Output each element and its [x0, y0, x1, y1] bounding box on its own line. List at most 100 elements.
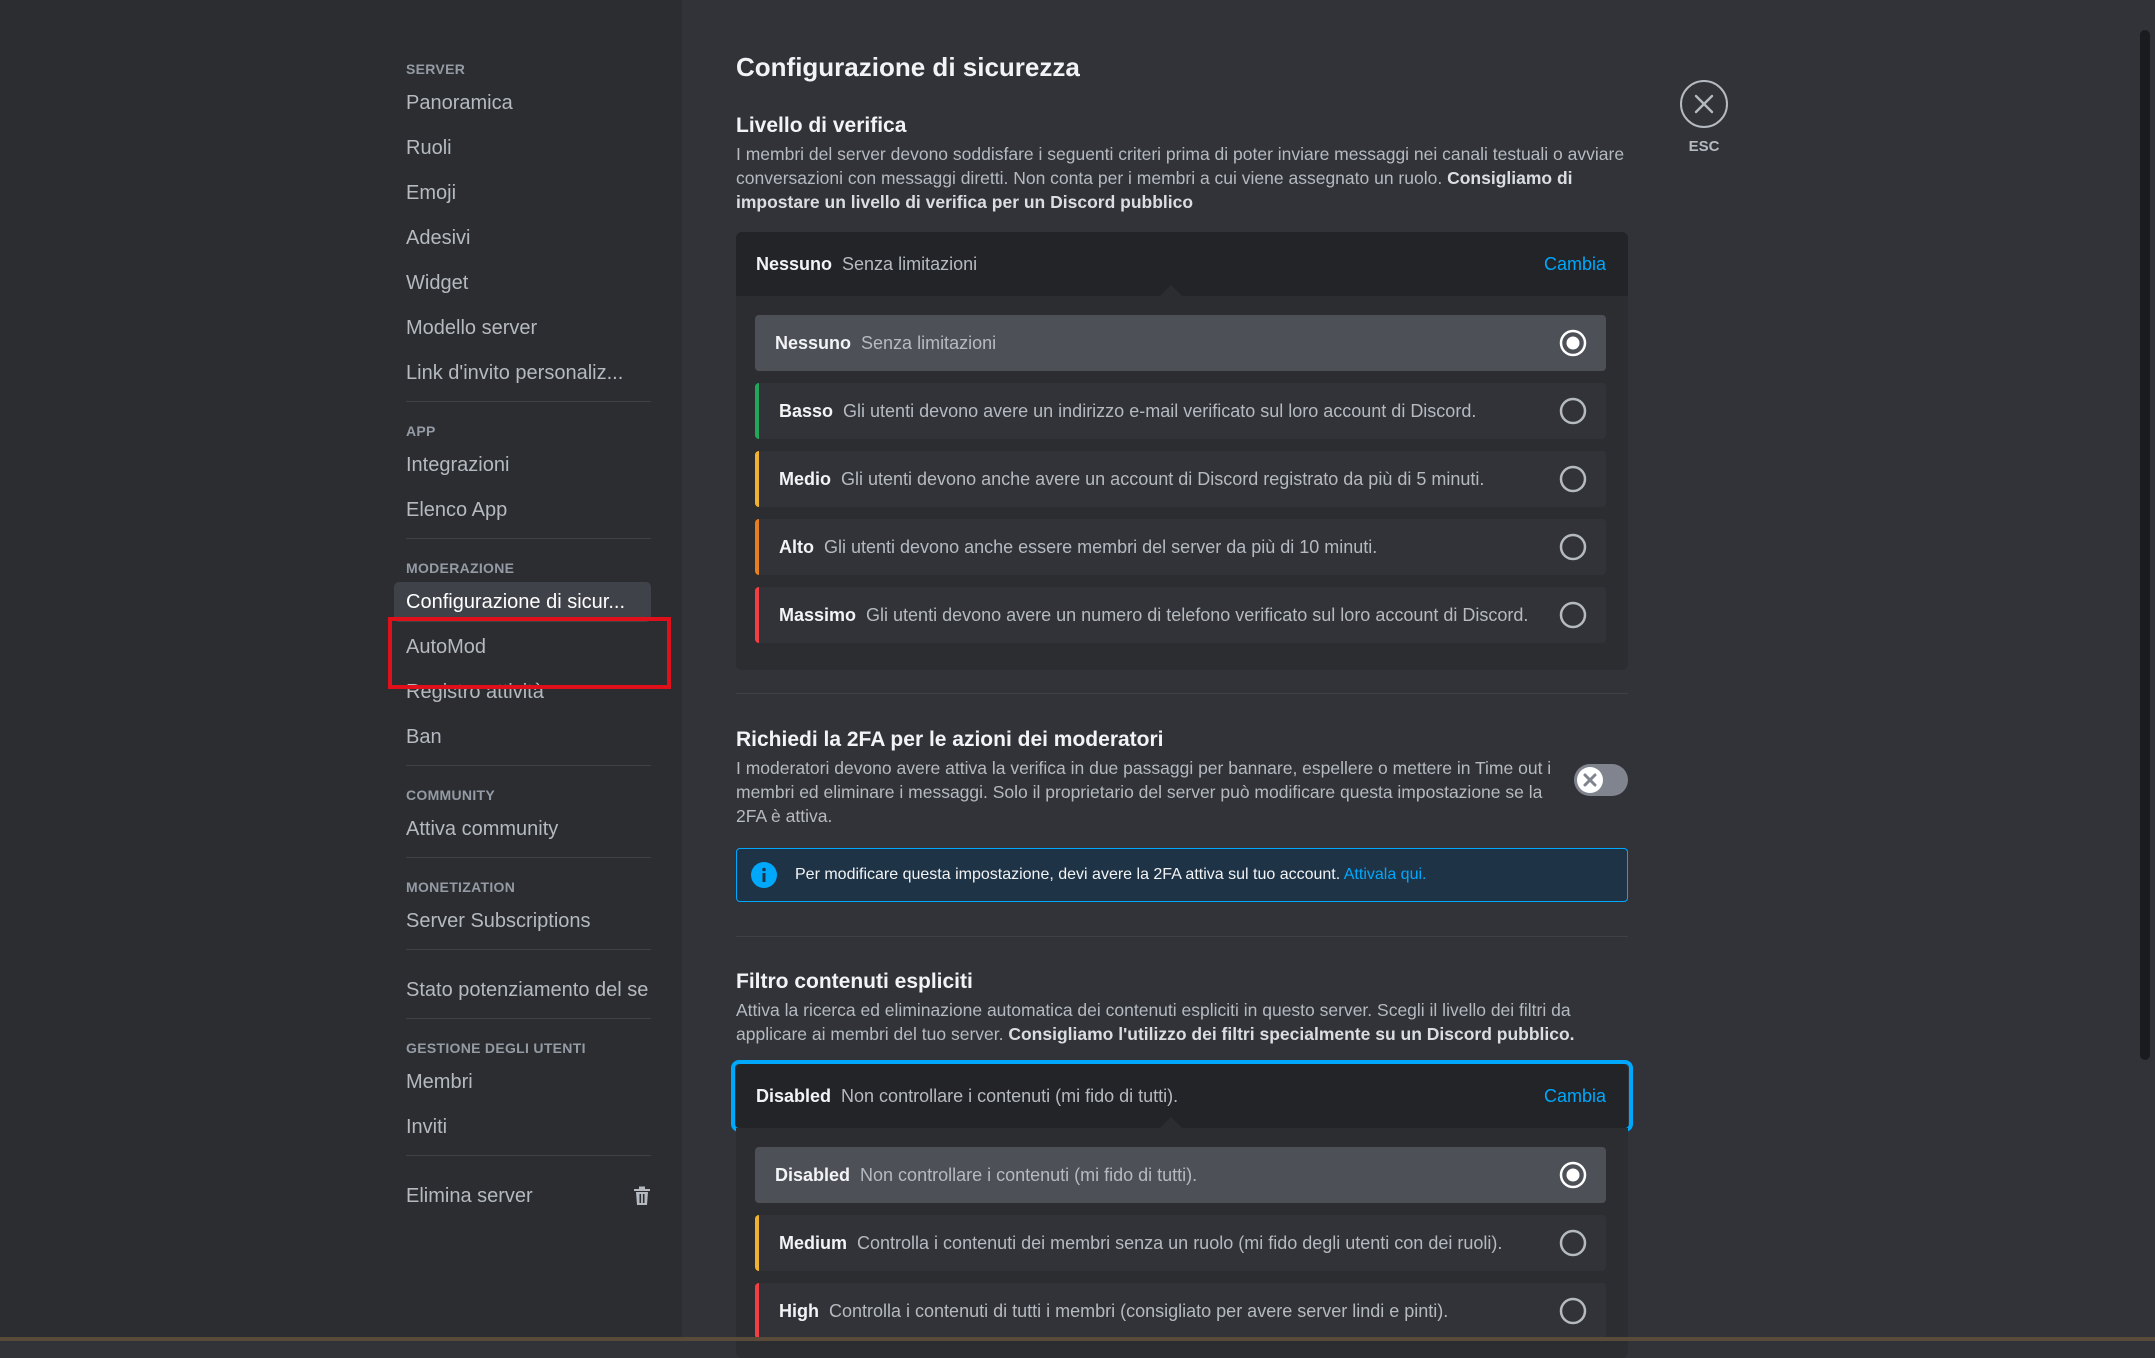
option-name: Disabled	[775, 1165, 850, 1185]
option-name: High	[779, 1301, 819, 1321]
verification-select[interactable]: NessunoSenza limitazioni Cambia	[736, 232, 1628, 296]
verification-option-medio[interactable]: MedioGli utenti devono anche avere un ac…	[755, 451, 1606, 507]
info-icon	[751, 862, 777, 888]
sidebar-item-elimina-server[interactable]: Elimina server	[394, 1176, 651, 1216]
sidebar-separator	[406, 1155, 651, 1156]
sidebar-separator	[406, 401, 651, 402]
option-desc: Gli utenti devono avere un indirizzo e-m…	[843, 401, 1476, 421]
option-name: Basso	[779, 401, 833, 421]
verification-option-alto[interactable]: AltoGli utenti devono anche essere membr…	[755, 519, 1606, 575]
sidebar-item-label: Panoramica	[406, 92, 513, 114]
sidebar-separator	[406, 857, 651, 858]
option-desc: Gli utenti devono avere un numero di tel…	[866, 605, 1528, 625]
sidebar-item-attiva-community[interactable]: Attiva community	[394, 809, 651, 849]
sidebar-item-label: Modello server	[406, 317, 537, 339]
sidebar-item-label: Membri	[406, 1071, 473, 1093]
explicit-filter-title: Filtro contenuti espliciti	[736, 968, 1628, 996]
sidebar-separator	[406, 765, 651, 766]
close-icon	[1694, 94, 1714, 114]
explicit-option-disabled[interactable]: Disabled Non controllare i contenuti (mi …	[755, 1147, 1606, 1203]
sidebar-item-link-d-invito-personaliz[interactable]: Link d'invito personaliz...	[394, 353, 651, 393]
sidebar-item-modello-server[interactable]: Modello server	[394, 308, 651, 348]
sidebar-item-elenco-app[interactable]: Elenco App	[394, 490, 651, 530]
twofa-info-box: Per modificare questa impostazione, devi…	[736, 848, 1628, 902]
sidebar-item-ban[interactable]: Ban	[394, 717, 651, 757]
dropdown-caret	[1160, 285, 1182, 296]
sidebar-item-label: Attiva community	[406, 818, 558, 840]
dropdown-caret	[1160, 1117, 1182, 1128]
verification-change-button[interactable]: Cambia	[1544, 232, 1606, 296]
explicit-option-high[interactable]: High Controlla i contenuti di tutti i mem…	[755, 1283, 1606, 1339]
verification-current-desc: Senza limitazioni	[842, 254, 977, 274]
verification-option-nessuno[interactable]: Nessuno Senza limitazioni	[755, 315, 1606, 371]
option-name: Medio	[779, 469, 831, 489]
radio-unchecked-icon[interactable]	[1559, 465, 1587, 493]
sidebar-item-label: Stato potenziamento del se	[406, 979, 648, 1001]
sidebar-section-header: GESTIONE DEGLI UTENTI	[406, 1039, 651, 1057]
radio-unchecked-icon[interactable]	[1559, 601, 1587, 629]
sidebar-item-label: Elenco App	[406, 499, 507, 521]
sidebar-separator	[406, 1018, 651, 1019]
sidebar-item-adesivi[interactable]: Adesivi	[394, 218, 651, 258]
sidebar-item-configurazione-di-sicur[interactable]: Configurazione di sicur...	[394, 582, 651, 622]
sidebar-section-header: APP	[406, 422, 651, 440]
twofa-toggle[interactable]	[1574, 764, 1628, 796]
sidebar-item-emoji[interactable]: Emoji	[394, 173, 651, 213]
radio-unchecked-icon[interactable]	[1559, 397, 1587, 425]
sidebar-item-widget[interactable]: Widget	[394, 263, 651, 303]
option-name: Medium	[779, 1233, 847, 1253]
esc-label: ESC	[1680, 138, 1728, 155]
sidebar-section-header: MONETIZATION	[406, 878, 651, 896]
radio-unchecked-icon[interactable]	[1559, 533, 1587, 561]
option-desc: Controlla i contenuti dei membri senza u…	[857, 1233, 1502, 1253]
trash-icon	[633, 1186, 651, 1206]
sidebar-item-stato-potenziamento-del-se[interactable]: Stato potenziamento del se	[394, 970, 651, 1010]
divider	[736, 936, 1628, 937]
option-desc: Controlla i contenuti di tutti i membri …	[829, 1301, 1448, 1321]
sidebar-item-panoramica[interactable]: Panoramica	[394, 83, 651, 123]
enable-2fa-link[interactable]: Attivala qui.	[1344, 866, 1427, 883]
sidebar-item-label: Elimina server	[406, 1185, 533, 1207]
option-desc: Senza limitazioni	[861, 333, 996, 353]
scrollbar[interactable]	[2140, 30, 2150, 1060]
sidebar-item-server-subscriptions[interactable]: Server Subscriptions	[394, 901, 651, 941]
sidebar-section-header: SERVER	[406, 60, 651, 78]
verification-title: Livello di verifica	[736, 112, 1628, 140]
sidebar-section-header: COMMUNITY	[406, 786, 651, 804]
sidebar-item-label: Inviti	[406, 1116, 447, 1138]
select-focus-ring	[731, 1060, 1633, 1132]
radio-unchecked-icon[interactable]	[1559, 1297, 1587, 1325]
selection-highlight	[388, 617, 671, 689]
radio-checked-icon[interactable]	[1559, 1161, 1587, 1189]
twofa-desc: I moderatori devono avere attiva la veri…	[736, 756, 1566, 828]
option-desc: Gli utenti devono anche essere membri de…	[824, 537, 1377, 557]
sidebar-item-membri[interactable]: Membri	[394, 1062, 651, 1102]
explicit-filter-options: Disabled Non controllare i contenuti (mi …	[736, 1128, 1628, 1358]
sidebar-item-ruoli[interactable]: Ruoli	[394, 128, 651, 168]
option-name: Nessuno	[775, 333, 851, 353]
verification-desc: I membri del server devono soddisfare i …	[736, 142, 1628, 214]
option-name: Massimo	[779, 605, 856, 625]
close-area: ESC	[1680, 80, 1732, 155]
sidebar-separator	[406, 538, 651, 539]
explicit-option-medium[interactable]: Medium Controlla i contenuti dei membri s…	[755, 1215, 1606, 1271]
radio-checked-icon[interactable]	[1559, 329, 1587, 357]
sidebar-item-label: Ban	[406, 726, 442, 748]
sidebar-item-label: Server Subscriptions	[406, 910, 591, 932]
radio-unchecked-icon[interactable]	[1559, 1229, 1587, 1257]
sidebar-item-label: Adesivi	[406, 227, 470, 249]
sidebar-item-label: Ruoli	[406, 137, 452, 159]
sidebar-item-integrazioni[interactable]: Integrazioni	[394, 445, 651, 485]
sidebar-item-inviti[interactable]: Inviti	[394, 1107, 651, 1147]
verification-option-basso[interactable]: Basso Gli utenti devono avere un indirizz…	[755, 383, 1606, 439]
option-desc: Non controllare i contenuti (mi fido di …	[860, 1165, 1197, 1185]
verification-option-massimo[interactable]: Massimo Gli utenti devono avere un numero…	[755, 587, 1606, 643]
sidebar-item-label: Integrazioni	[406, 454, 509, 476]
twofa-title: Richiedi la 2FA per le azioni dei modera…	[736, 726, 1566, 754]
sidebar-section-header: MODERAZIONE	[406, 559, 651, 577]
close-button[interactable]	[1680, 80, 1728, 128]
sidebar-separator	[406, 949, 651, 950]
sidebar-item-label: Configurazione di sicur...	[406, 591, 625, 613]
page-title: Configurazione di sicurezza	[736, 50, 1628, 84]
explicit-filter-desc: Attiva la ricerca ed eliminazione automa…	[736, 998, 1628, 1046]
